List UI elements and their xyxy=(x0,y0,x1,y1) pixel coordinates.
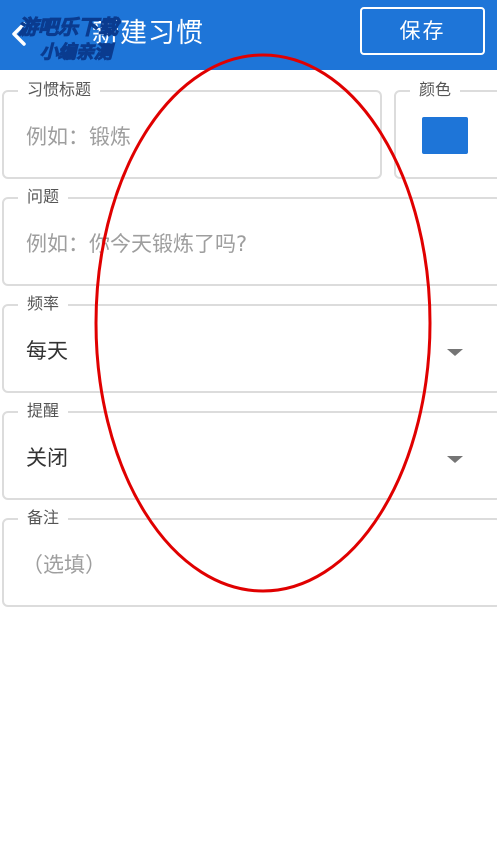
question-input[interactable]: 例如：你今天锻炼了吗? xyxy=(26,230,247,258)
new-habit-screen: 新建习惯 保存 游吧乐下载 小编亲测 习惯标题 例如：锻炼 颜色 问题 例如：你… xyxy=(0,0,497,864)
frequency-field[interactable]: 频率 每天 xyxy=(2,294,497,393)
notes-field[interactable]: 备注 （选填） xyxy=(2,508,497,607)
back-arrow-icon xyxy=(12,22,26,46)
question-field[interactable]: 问题 例如：你今天锻炼了吗? xyxy=(2,187,497,286)
notes-input[interactable]: （选填） xyxy=(22,551,106,579)
reminder-label: 提醒 xyxy=(18,401,69,421)
notes-label: 备注 xyxy=(18,508,69,528)
color-swatch[interactable] xyxy=(422,117,468,154)
color-label: 颜色 xyxy=(410,80,461,100)
save-button[interactable]: 保存 xyxy=(360,7,485,55)
page-title: 新建习惯 xyxy=(92,18,204,49)
frequency-dropdown-icon[interactable] xyxy=(447,349,463,356)
habit-title-label: 习惯标题 xyxy=(18,80,101,100)
habit-title-input[interactable]: 例如：锻炼 xyxy=(26,123,131,151)
frequency-label: 频率 xyxy=(18,294,69,314)
reminder-field[interactable]: 提醒 关闭 xyxy=(2,401,497,500)
app-bar: 新建习惯 保存 游吧乐下载 小编亲测 xyxy=(0,0,497,70)
back-button[interactable] xyxy=(0,8,50,60)
reminder-select[interactable]: 关闭 xyxy=(26,444,68,472)
frequency-select[interactable]: 每天 xyxy=(26,337,68,365)
question-label: 问题 xyxy=(18,187,69,207)
habit-title-field[interactable]: 习惯标题 例如：锻炼 xyxy=(2,80,382,179)
reminder-dropdown-icon[interactable] xyxy=(447,456,463,463)
color-field[interactable]: 颜色 xyxy=(394,80,497,179)
